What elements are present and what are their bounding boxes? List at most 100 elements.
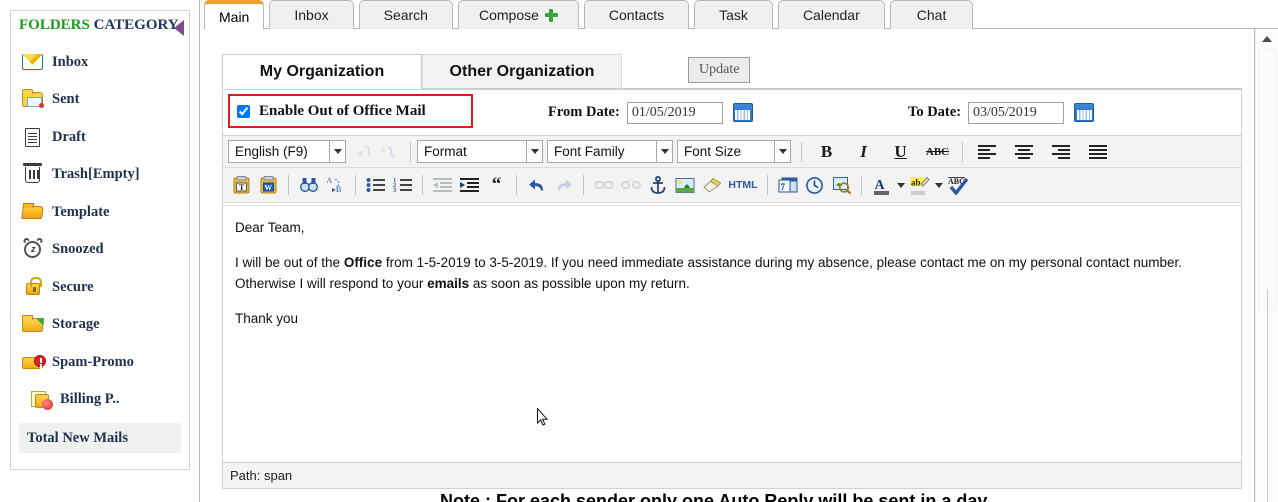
italic-button[interactable]: I	[851, 139, 876, 164]
editor-body: I will be out of the Office from 1-5-201…	[235, 253, 1229, 295]
chevron-down-icon[interactable]	[330, 140, 346, 163]
tab-label: Contacts	[608, 7, 665, 23]
sidebar-item-storage[interactable]: Storage	[11, 306, 189, 344]
spellcheck-button[interactable]: ABC	[945, 173, 970, 198]
to-date-input[interactable]	[968, 101, 1065, 124]
toolbar-separator	[288, 175, 289, 195]
tab-calendar[interactable]: Calendar	[777, 0, 885, 29]
sidebar: FOLDERS CATEGORY Inbox Sent Draft Trash[…	[0, 0, 200, 502]
sidebar-item-label: Billing P..	[60, 391, 120, 407]
svg-text:ab: ab	[911, 177, 921, 187]
tab-label: Task	[719, 7, 748, 23]
sidebar-item-sent[interactable]: Sent	[11, 81, 189, 119]
find-replace-button[interactable]: AB	[323, 173, 348, 198]
sidebar-item-label: Trash[Empty]	[52, 166, 140, 182]
insert-time-button[interactable]	[802, 173, 827, 198]
format-select[interactable]: Format	[417, 140, 543, 163]
tab-label: Calendar	[802, 7, 860, 23]
svg-text:A: A	[874, 178, 885, 193]
align-left-button[interactable]	[975, 139, 1000, 164]
font-size-select[interactable]: Font Size	[677, 140, 791, 163]
sidebar-item-spam-promo[interactable]: Spam-Promo	[11, 343, 189, 381]
align-right-button[interactable]	[1049, 139, 1074, 164]
chevron-down-icon[interactable]	[895, 173, 906, 198]
toolbar-separator	[801, 141, 802, 162]
insert-date-button[interactable]: 7	[775, 173, 800, 198]
sidebar-item-draft[interactable]: Draft	[11, 118, 189, 156]
collapse-panel-arrow-icon[interactable]	[174, 20, 184, 36]
folders-title: FOLDERS	[19, 17, 90, 33]
document-icon	[21, 126, 45, 148]
cleanup-button[interactable]	[699, 173, 724, 198]
update-button[interactable]: Update	[688, 57, 751, 83]
insert-image-button[interactable]	[672, 173, 697, 198]
scroll-up-arrow-icon[interactable]	[1256, 29, 1278, 49]
editor-body-bold-emails: emails	[427, 275, 470, 291]
sidebar-item-snoozed[interactable]: Snoozed	[11, 231, 189, 269]
editor-body-bold-office: Office	[343, 254, 383, 270]
preview-button[interactable]	[829, 173, 854, 198]
tab-other-organization[interactable]: Other Organization	[422, 54, 622, 89]
calendar-icon[interactable]	[732, 103, 753, 122]
sidebar-item-template[interactable]: Template	[11, 193, 189, 231]
from-date-input[interactable]	[626, 101, 723, 124]
chevron-down-icon[interactable]	[775, 140, 791, 163]
svg-text:a: a	[381, 144, 385, 154]
tab-chat[interactable]: Chat	[889, 0, 974, 29]
tab-inbox[interactable]: Inbox	[269, 0, 354, 29]
background-color-button[interactable]: ab	[907, 173, 932, 198]
html-source-button[interactable]: HTML	[726, 173, 760, 198]
plus-icon	[544, 8, 558, 22]
tab-search[interactable]: Search	[358, 0, 453, 29]
undo-button[interactable]	[524, 173, 549, 198]
find-button[interactable]	[296, 173, 321, 198]
svg-text:W: W	[264, 183, 272, 192]
option-row: Enable Out of Office Mail From Date: To …	[223, 90, 1241, 136]
font-family-select[interactable]: Font Family	[547, 140, 673, 163]
message-body-editor[interactable]: Dear Team, I will be out of the Office f…	[223, 205, 1241, 461]
text-color-button[interactable]: A	[869, 173, 894, 198]
underline-button[interactable]: U	[888, 139, 913, 164]
org-tab-label: Other Organization	[449, 62, 595, 80]
paste-from-word-button[interactable]: W	[256, 173, 281, 198]
blockquote-button[interactable]: “	[484, 173, 509, 198]
anchor-button[interactable]	[645, 173, 670, 198]
align-justify-button[interactable]	[1086, 139, 1111, 164]
scrollbar-thumb[interactable]	[1258, 49, 1276, 311]
org-tab-label: My Organization	[259, 62, 385, 80]
tab-compose[interactable]: Compose	[457, 0, 579, 29]
sidebar-item-trash[interactable]: Trash[Empty]	[11, 156, 189, 194]
tab-main[interactable]: Main	[204, 0, 265, 29]
spam-icon	[21, 351, 46, 373]
calendar-icon[interactable]	[1074, 103, 1095, 122]
enable-out-of-office-checkbox[interactable]	[237, 104, 250, 118]
language-select[interactable]: English (F9)	[228, 140, 346, 163]
toolbar-separator	[410, 141, 411, 162]
tab-label: Search	[383, 7, 428, 23]
enable-out-of-office-group[interactable]: Enable Out of Office Mail	[228, 94, 473, 128]
chevron-down-icon[interactable]	[933, 173, 944, 198]
editor-toolbar-row-1: English (F9) a aa Format Font Family Fon…	[223, 136, 1241, 168]
tab-my-organization[interactable]: My Organization	[222, 54, 422, 89]
editor-greeting: Dear Team,	[235, 220, 305, 235]
tab-task[interactable]: Task	[694, 0, 773, 29]
bold-button[interactable]: B	[814, 139, 839, 164]
bullet-list-button[interactable]	[363, 173, 388, 198]
paste-as-text-button[interactable]: T	[229, 173, 254, 198]
enable-out-of-office-label: Enable Out of Office Mail	[259, 102, 426, 119]
toolbar-separator	[583, 175, 584, 195]
strikethrough-button[interactable]: ABC	[925, 139, 950, 164]
sidebar-item-inbox[interactable]: Inbox	[11, 43, 189, 81]
tab-contacts[interactable]: Contacts	[583, 0, 690, 29]
outdent-button	[430, 173, 455, 198]
svg-text:3: 3	[393, 187, 397, 193]
chevron-down-icon[interactable]	[657, 140, 673, 163]
indent-button[interactable]	[457, 173, 482, 198]
sidebar-item-secure[interactable]: Secure	[11, 268, 189, 306]
sidebar-item-billing[interactable]: Billing P..	[11, 381, 189, 419]
chevron-down-icon[interactable]	[527, 140, 543, 163]
numbered-list-button[interactable]: 123	[390, 173, 415, 198]
align-center-button[interactable]	[1012, 139, 1037, 164]
folders-category-header: FOLDERS CATEGORY	[11, 11, 189, 43]
toolbar-separator	[962, 141, 963, 162]
